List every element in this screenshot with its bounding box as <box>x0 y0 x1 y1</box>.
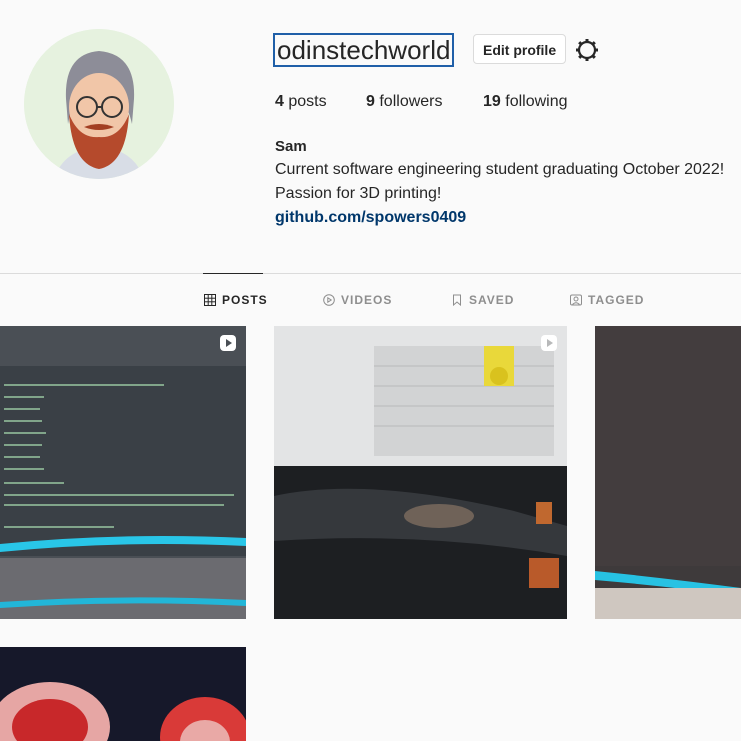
bio-website-link[interactable]: github.com/spowers0409 <box>275 209 466 227</box>
following-count-value: 19 <box>483 93 501 110</box>
post-tile-4[interactable] <box>0 647 246 741</box>
post-tile-3[interactable] <box>595 326 741 619</box>
tab-posts-label: POSTS <box>222 293 268 307</box>
post-image-3d-printer <box>274 326 567 619</box>
followers-link[interactable]: 9 followers <box>366 93 443 111</box>
tab-saved-label: SAVED <box>469 293 515 307</box>
tab-videos[interactable]: VIDEOS <box>323 293 392 307</box>
edit-profile-button[interactable]: Edit profile <box>473 34 567 64</box>
followers-label: followers <box>379 93 443 110</box>
bookmark-icon <box>453 294 461 306</box>
tag-user-icon <box>570 294 582 306</box>
profile-avatar[interactable] <box>24 29 174 179</box>
play-circle-icon <box>323 294 335 306</box>
avatar-image <box>24 29 174 179</box>
bio-line-1: Current software engineering student gra… <box>275 161 725 178</box>
posts-count-label: posts <box>288 93 327 110</box>
post-tile-1[interactable] <box>0 326 246 619</box>
post-image-code-monitor <box>0 326 246 619</box>
post-image-red-prints <box>0 647 246 741</box>
posts-count: 4 posts <box>275 93 327 111</box>
followers-count-value: 9 <box>366 93 375 110</box>
tab-tagged-label: TAGGED <box>588 293 645 307</box>
video-badge-icon <box>541 335 557 351</box>
active-tab-indicator <box>203 273 263 274</box>
video-badge-icon <box>220 335 236 351</box>
post-image-dark-monitor <box>595 326 741 619</box>
following-link[interactable]: 19 following <box>483 93 568 111</box>
settings-gear-icon[interactable] <box>574 37 600 63</box>
posts-count-value: 4 <box>275 93 284 110</box>
tab-tagged[interactable]: TAGGED <box>570 293 644 307</box>
following-label: following <box>505 93 568 110</box>
tab-saved[interactable]: SAVED <box>451 293 514 307</box>
tabs-divider <box>0 273 741 274</box>
username[interactable]: odinstechworld <box>273 33 455 67</box>
tab-videos-label: VIDEOS <box>341 293 393 307</box>
tab-posts[interactable]: POSTS <box>204 293 268 307</box>
bio-line-2: Passion for 3D printing! <box>275 185 442 202</box>
bio-name: Sam <box>275 138 307 155</box>
post-tile-2[interactable] <box>274 326 567 619</box>
grid-icon <box>204 294 216 306</box>
